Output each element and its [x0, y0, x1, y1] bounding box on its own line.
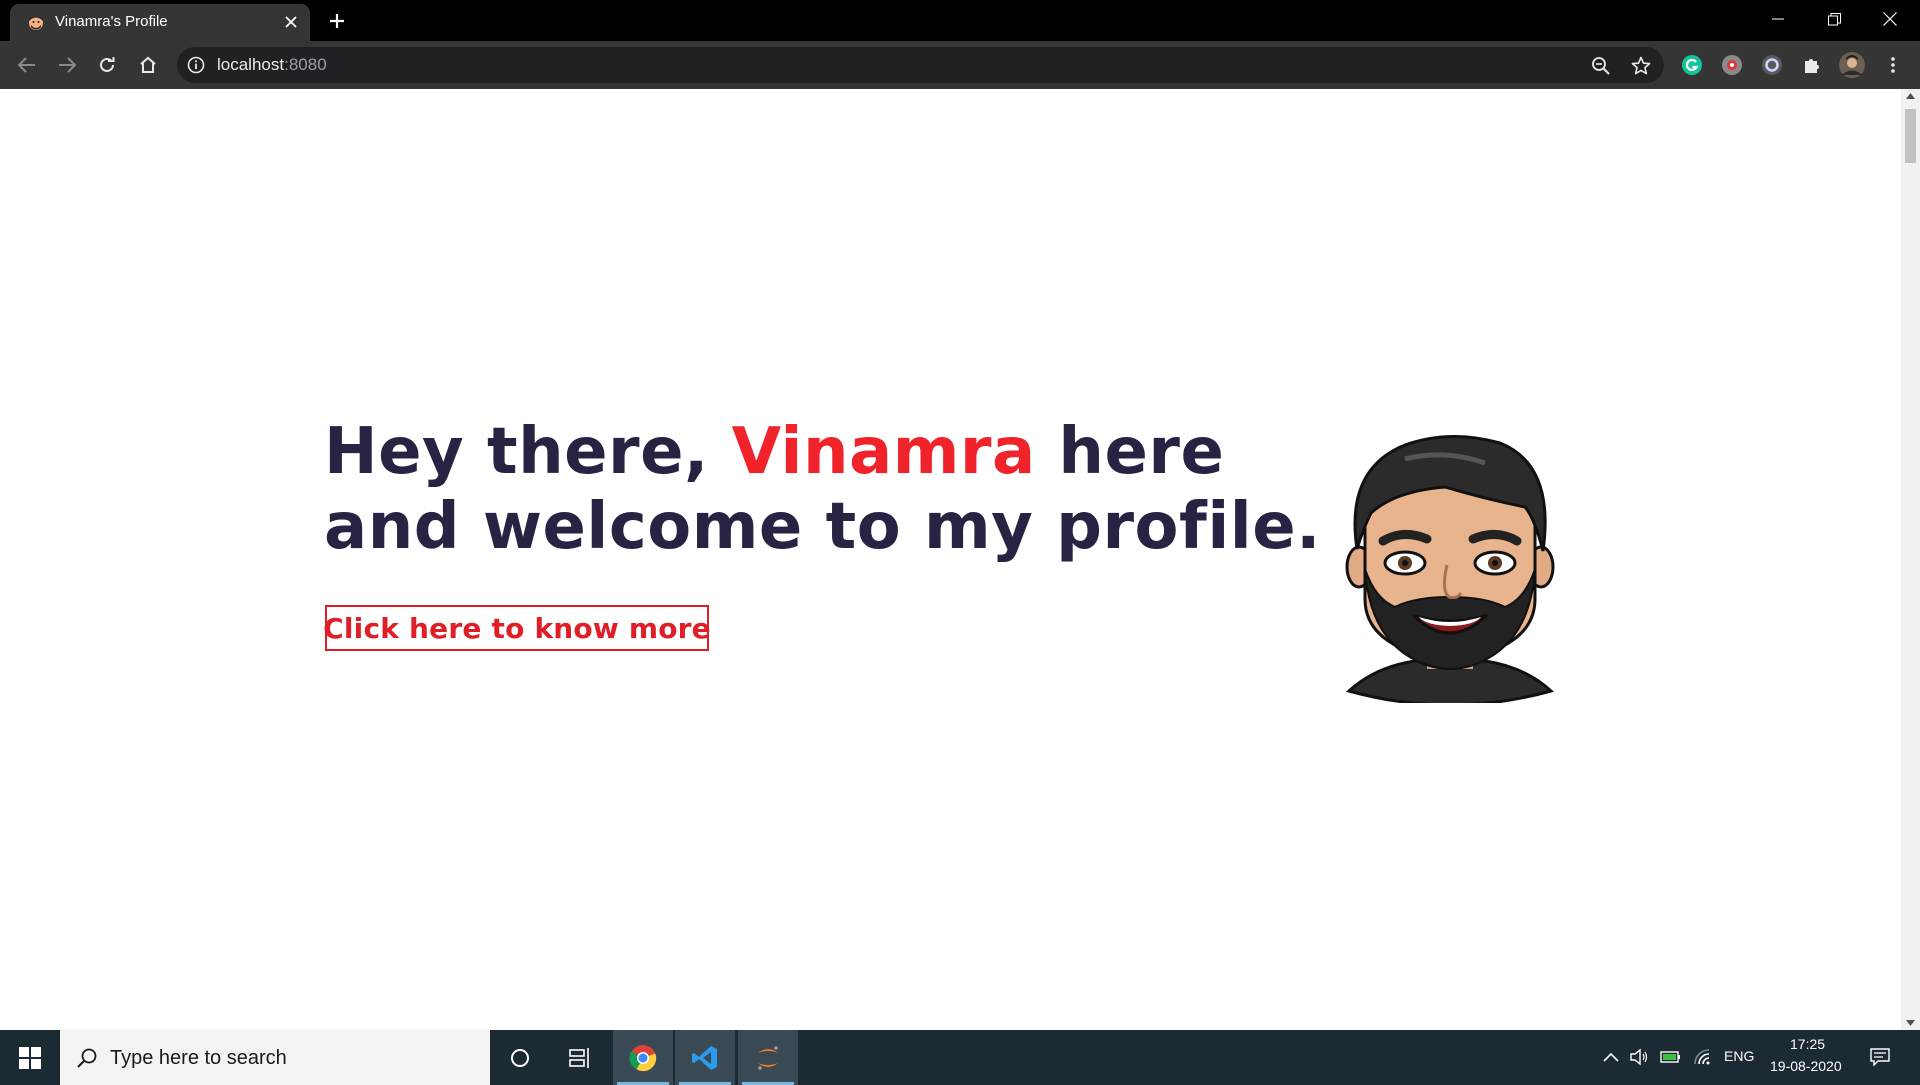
scroll-up-arrow-icon[interactable]: [1905, 91, 1916, 101]
info-icon[interactable]: [187, 56, 205, 74]
home-icon[interactable]: [134, 51, 162, 79]
page-scrollbar[interactable]: [1901, 89, 1920, 1030]
tab-title: Vinamra's Profile: [55, 13, 168, 30]
profile-avatar[interactable]: [1839, 52, 1865, 78]
task-view-icon[interactable]: [550, 1030, 610, 1085]
address-bar[interactable]: localhost:8080: [177, 47, 1664, 83]
windows-taskbar: Type here to search ENG 17:25 19-08-2020: [0, 1030, 1920, 1085]
headline-name: Vinamra: [731, 415, 1036, 489]
scroll-down-arrow-icon[interactable]: [1905, 1018, 1916, 1028]
zoom-out-icon[interactable]: [1590, 55, 1612, 77]
headline-intro: Hey there,: [324, 415, 732, 489]
headline-here: here: [1035, 415, 1225, 489]
browser-tab[interactable]: Vinamra's Profile: [10, 4, 310, 41]
restore-icon[interactable]: [1806, 0, 1862, 38]
browser-title-bar: Vinamra's Profile: [0, 0, 1920, 41]
language-indicator[interactable]: ENG: [1724, 1048, 1754, 1064]
tab-favicon-icon: [29, 16, 43, 30]
kebab-menu-icon[interactable]: [1880, 52, 1906, 78]
vscode-icon[interactable]: [675, 1030, 735, 1085]
star-icon[interactable]: [1630, 55, 1652, 77]
battery-icon[interactable]: [1660, 1046, 1682, 1068]
headline-welcome: and welcome to my profile.: [324, 490, 1321, 564]
url-text[interactable]: localhost:8080: [217, 55, 327, 75]
taskbar-search-box[interactable]: Type here to search: [60, 1030, 490, 1085]
grammarly-icon[interactable]: [1679, 52, 1705, 78]
reload-icon[interactable]: [93, 51, 121, 79]
chrome-icon[interactable]: [613, 1030, 673, 1085]
forward-arrow-icon[interactable]: [53, 51, 81, 79]
cortana-icon[interactable]: [490, 1030, 550, 1085]
tray-chevron-up-icon[interactable]: [1600, 1046, 1622, 1068]
page-viewport: Hey there, Vinamra here and welcome to my…: [0, 89, 1901, 1030]
know-more-button[interactable]: Click here to know more: [323, 605, 711, 651]
minimize-icon[interactable]: [1750, 0, 1806, 38]
notification-center-icon[interactable]: [1869, 1046, 1891, 1068]
clock-time[interactable]: 17:25: [1790, 1036, 1825, 1052]
extension-red-icon[interactable]: [1719, 52, 1745, 78]
scroll-thumb[interactable]: [1905, 109, 1916, 163]
volume-icon[interactable]: [1628, 1046, 1650, 1068]
jupyter-icon[interactable]: [738, 1030, 798, 1085]
hero-headline: Hey there, Vinamra here and welcome to my…: [324, 415, 1321, 565]
avatar-illustration: [1345, 435, 1555, 703]
taskbar-search-placeholder: Type here to search: [110, 1047, 287, 1069]
wifi-icon[interactable]: [1692, 1046, 1714, 1068]
new-tab-plus-icon[interactable]: [324, 8, 350, 34]
close-window-icon[interactable]: [1862, 0, 1918, 38]
back-arrow-icon[interactable]: [13, 51, 41, 79]
tab-close-icon[interactable]: [282, 13, 300, 31]
extension-ring-icon[interactable]: [1759, 52, 1785, 78]
browser-toolbar: localhost:8080: [0, 41, 1920, 89]
search-icon: [77, 1048, 97, 1068]
clock-date[interactable]: 19-08-2020: [1770, 1058, 1842, 1074]
puzzle-icon[interactable]: [1799, 52, 1825, 78]
windows-start-icon[interactable]: [0, 1030, 60, 1085]
url-port: :8080: [284, 55, 327, 74]
